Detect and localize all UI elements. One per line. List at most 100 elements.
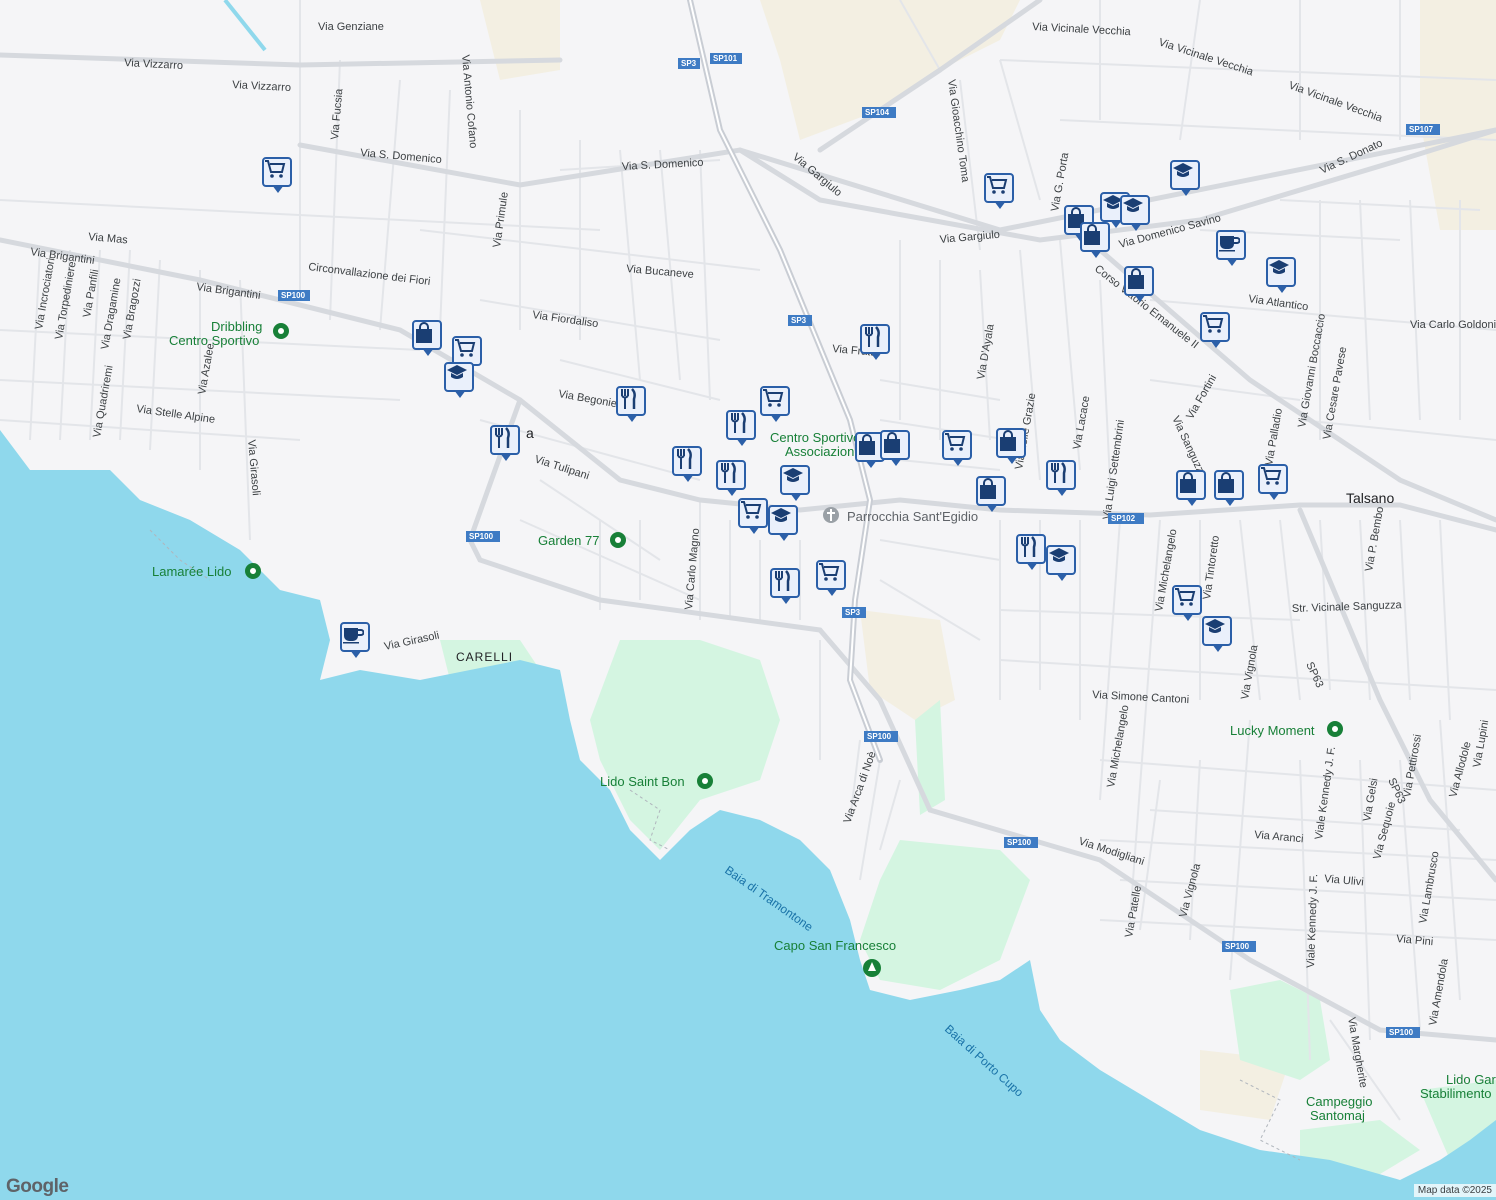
map-pin-cart[interactable] — [1200, 312, 1234, 354]
place-label-carelli: CARELLI — [456, 650, 513, 664]
map-pin-school[interactable] — [768, 505, 802, 547]
svg-text:Dribbling: Dribbling — [211, 319, 262, 334]
svg-text:SP100: SP100 — [469, 532, 494, 541]
street-label: Circonvallazione dei Fiori — [308, 261, 431, 288]
street-label: Via Vizzarro — [232, 79, 291, 94]
poi-centro-sportivo[interactable]: Centro SportivoAssociazione — [770, 430, 862, 459]
map-pin-bag[interactable] — [1176, 470, 1210, 512]
svg-text:SP3: SP3 — [845, 608, 861, 617]
svg-text:SP101: SP101 — [713, 54, 738, 63]
svg-text:SP100: SP100 — [1007, 838, 1032, 847]
map-pin-school[interactable] — [1120, 195, 1154, 237]
street-label: Via Stelle Alpine — [136, 403, 216, 426]
map-pin-cart[interactable] — [738, 498, 772, 540]
street-label: Via Mas — [88, 231, 129, 246]
street-label: Via Arca di Noè — [842, 750, 879, 825]
street-label: Via S. Domenico — [622, 157, 704, 173]
map-data-attribution[interactable]: Map data ©2025 — [1413, 1184, 1496, 1197]
poi-lido-gar[interactable]: Lido GarStabilimento Ba — [1420, 1072, 1496, 1101]
map-pin-fork-knife[interactable] — [672, 446, 706, 488]
street-label: Via Aranci — [1254, 829, 1304, 845]
street-label: Via Vizzarro — [124, 57, 183, 72]
map-pin-cart[interactable] — [262, 157, 296, 199]
map-pin-cart[interactable] — [816, 560, 850, 602]
map-pin-cart[interactable] — [760, 386, 794, 428]
street-label: Via Gargiulo — [790, 151, 844, 199]
poi-label-lido-saint-bon: Lido Saint Bon — [600, 774, 685, 789]
map-pin-fork-knife[interactable] — [490, 425, 524, 467]
map-pin-school[interactable] — [444, 362, 478, 404]
svg-text:Associazione: Associazione — [785, 444, 862, 459]
poi-label-capo-san-francesco: Capo San Francesco — [774, 938, 896, 953]
street-label: Via Gelsi — [1361, 777, 1380, 822]
street-label: Via Palladio — [1263, 407, 1285, 466]
map-pin-school[interactable] — [780, 465, 814, 507]
poi-label-dribbling-line2: Centro Sportivo — [169, 333, 259, 348]
street-label: Via Vicinale Vecchia — [1157, 36, 1255, 78]
street-label: Via Carlo Goldoni — [1410, 319, 1496, 331]
svg-text:Centro Sportivo: Centro Sportivo — [770, 430, 860, 445]
street-label: Via Giovanni Boccaccio — [1296, 313, 1328, 429]
map-pin-bag[interactable] — [976, 476, 1010, 518]
map-canvas[interactable]: Via Genziane Via Vizzarro Via Vizzarro V… — [0, 0, 1496, 1200]
map-pin-fork-knife[interactable] — [770, 568, 804, 610]
poi-campeggio[interactable]: CampeggioSantomaj — [1306, 1094, 1373, 1123]
street-label: Via Fortini — [1184, 373, 1219, 422]
poi-label-lucky-moment: Lucky Moment — [1230, 723, 1315, 738]
map-pin-fork-knife[interactable] — [1046, 460, 1080, 502]
svg-text:Campeggio: Campeggio — [1306, 1094, 1373, 1109]
svg-text:SP3: SP3 — [791, 316, 807, 325]
map-pin-fork-knife[interactable] — [860, 324, 894, 366]
map-pin-bag[interactable] — [1124, 266, 1158, 308]
street-label: Via Begonie — [557, 388, 617, 410]
map-pin-fork-knife[interactable] — [726, 410, 760, 452]
street-label: Via Fucsia — [329, 87, 345, 140]
svg-text:SP100: SP100 — [1389, 1028, 1414, 1037]
map-pin-cart[interactable] — [984, 173, 1018, 215]
map-pin-bag[interactable] — [412, 320, 446, 362]
street-label: Via Sequoie — [1371, 801, 1398, 861]
svg-text:SP100: SP100 — [867, 732, 892, 741]
svg-text:SP100: SP100 — [281, 291, 306, 300]
map-pin-school[interactable] — [1046, 545, 1080, 587]
street-label: Via Torpediniere — [53, 261, 79, 341]
map-pin-school[interactable] — [1202, 616, 1236, 658]
map-pin-school[interactable] — [1266, 257, 1300, 299]
street-label: Via D'Ayala — [975, 322, 997, 380]
street-label: Via Gioacchino Toma — [945, 79, 971, 184]
map-base: Via Genziane Via Vizzarro Via Vizzarro V… — [0, 0, 1496, 1200]
poi-label-lamaree-lido: Lamarée Lido — [152, 564, 232, 579]
poi-label-parrocchia: Parrocchia Sant'Egidio — [847, 509, 978, 524]
svg-text:Lido Gar: Lido Gar — [1446, 1072, 1496, 1087]
map-pin-cart[interactable] — [942, 430, 976, 472]
map-pin-cart[interactable] — [1172, 585, 1206, 627]
street-label: Via Antonio Cofano — [459, 54, 479, 149]
map-pin-fork-knife[interactable] — [716, 460, 750, 502]
map-pin-school[interactable] — [1170, 160, 1204, 202]
map-pin-cart[interactable] — [1258, 464, 1292, 506]
street-label: Via Ulivi — [1324, 873, 1364, 888]
svg-text:SP102: SP102 — [1111, 514, 1136, 523]
map-pin-cup[interactable] — [1216, 230, 1250, 272]
map-pin-cup[interactable] — [340, 622, 374, 664]
street-label: Via Amendola — [1427, 957, 1451, 1027]
street-label: Via Bucaneve — [626, 263, 694, 281]
street-label: Via Michelangelo — [1105, 704, 1131, 788]
map-pin-bag[interactable] — [880, 430, 914, 472]
street-label: Via Brigantini — [196, 281, 262, 302]
street-label: Via Vicinale Vecchia — [1287, 80, 1385, 125]
map-pin-bag[interactable] — [996, 428, 1030, 470]
svg-text:SP3: SP3 — [681, 59, 697, 68]
street-label: Via Lambrusco — [1417, 850, 1442, 924]
street-label: Via Vignola — [1177, 861, 1203, 918]
map-pin-bag[interactable] — [1080, 222, 1114, 264]
map-pin-fork-knife[interactable] — [616, 386, 650, 428]
street-label: Via Tulipani — [533, 453, 591, 482]
street-label: Via G. Porta — [1049, 151, 1071, 213]
map-pin-fork-knife[interactable] — [1016, 534, 1050, 576]
street-label: Viale Kennedy J. F. — [1305, 874, 1320, 968]
street-label: Via Patelle — [1123, 885, 1144, 939]
map-pin-bag[interactable] — [1214, 470, 1248, 512]
street-label: Via Fiordaliso — [532, 309, 599, 330]
place-label-fragment: a — [526, 425, 534, 441]
